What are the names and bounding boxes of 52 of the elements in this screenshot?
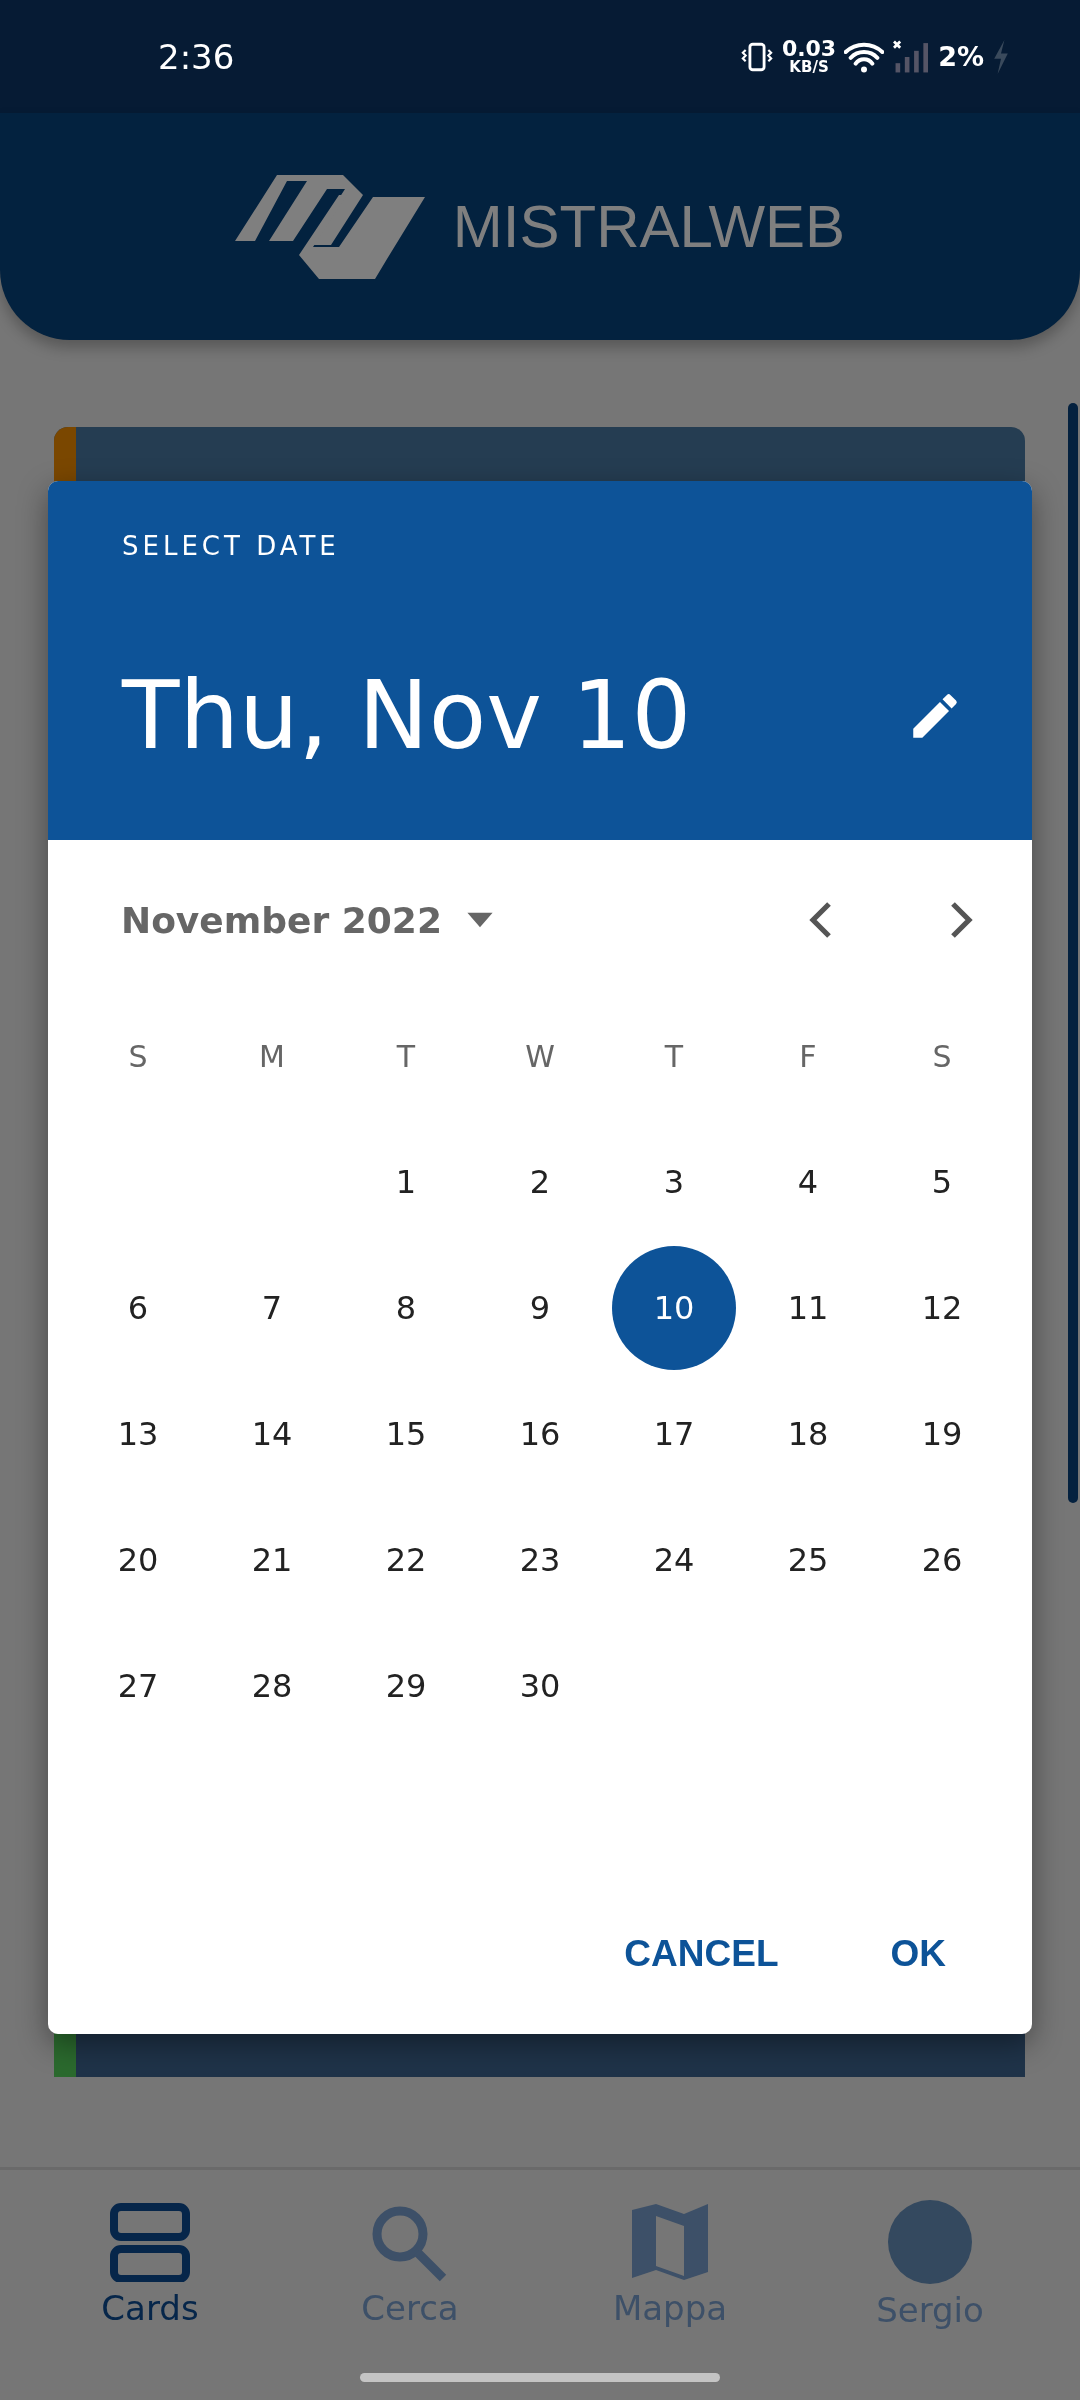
weekday-label: F bbox=[798, 1037, 818, 1076]
map-icon bbox=[630, 2202, 710, 2282]
network-speed-unit: KB/S bbox=[789, 60, 829, 75]
calendar-day[interactable]: 7 bbox=[210, 1246, 334, 1370]
calendar-day[interactable]: 3 bbox=[612, 1120, 736, 1244]
dialog-button[interactable]: CANCEL bbox=[608, 1919, 795, 1989]
calendar-day[interactable]: 14 bbox=[210, 1372, 334, 1496]
calendar-day[interactable]: 21 bbox=[210, 1498, 334, 1622]
weekday-label: M bbox=[258, 1037, 286, 1076]
dialog-button[interactable]: OK bbox=[874, 1919, 962, 1989]
calendar-day[interactable]: 10 bbox=[612, 1246, 736, 1370]
signal-icon bbox=[892, 39, 931, 74]
calendar-day[interactable]: 24 bbox=[612, 1498, 736, 1622]
month-dropdown[interactable]: November 2022 bbox=[121, 899, 498, 941]
calendar-day[interactable]: 22 bbox=[344, 1498, 468, 1622]
calendar-day[interactable]: 1 bbox=[344, 1120, 468, 1244]
calendar-day[interactable]: 28 bbox=[210, 1624, 334, 1748]
charging-icon bbox=[992, 39, 1010, 74]
cards-icon bbox=[110, 2202, 190, 2282]
logo-icon bbox=[234, 174, 425, 279]
calendar-day[interactable]: 19 bbox=[880, 1372, 1004, 1496]
calendar-day[interactable]: 13 bbox=[76, 1372, 200, 1496]
calendar-day[interactable]: 20 bbox=[76, 1498, 200, 1622]
calendar-day[interactable]: 16 bbox=[478, 1372, 602, 1496]
calendar-day[interactable]: 30 bbox=[478, 1624, 602, 1748]
calendar-day[interactable]: 11 bbox=[746, 1246, 870, 1370]
dialog-title: SELECT DATE bbox=[122, 531, 341, 561]
calendar-day[interactable]: 23 bbox=[478, 1498, 602, 1622]
calendar-day[interactable]: 27 bbox=[76, 1624, 200, 1748]
logo-text: MISTRALWEB bbox=[452, 192, 846, 261]
calendar-day[interactable]: 6 bbox=[76, 1246, 200, 1370]
weekday-label: T bbox=[395, 1037, 417, 1076]
calendar-day[interactable]: 12 bbox=[880, 1246, 1004, 1370]
status-time: 2:36 bbox=[158, 36, 235, 77]
calendar-day[interactable]: 25 bbox=[746, 1498, 870, 1622]
calendar-day[interactable]: 29 bbox=[344, 1624, 468, 1748]
calendar-day[interactable]: 15 bbox=[344, 1372, 468, 1496]
weekday-label: W bbox=[524, 1037, 556, 1076]
calendar-day[interactable]: 8 bbox=[344, 1246, 468, 1370]
selected-date: Thu, Nov 10 bbox=[122, 661, 692, 770]
calendar-day[interactable]: 2 bbox=[478, 1120, 602, 1244]
calendar-day[interactable]: 17 bbox=[612, 1372, 736, 1496]
battery-percent: 2% bbox=[938, 41, 984, 72]
weekday-label: T bbox=[663, 1037, 685, 1076]
calendar-day[interactable]: 4 bbox=[746, 1120, 870, 1244]
calendar-day[interactable]: 18 bbox=[746, 1372, 870, 1496]
calendar-day[interactable]: 9 bbox=[478, 1246, 602, 1370]
weekday-label: S bbox=[127, 1037, 149, 1076]
weekday-label: S bbox=[931, 1037, 953, 1076]
network-speed: 0.03 bbox=[781, 38, 837, 60]
calendar-day[interactable]: 5 bbox=[880, 1120, 1004, 1244]
calendar-day[interactable]: 26 bbox=[880, 1498, 1004, 1622]
